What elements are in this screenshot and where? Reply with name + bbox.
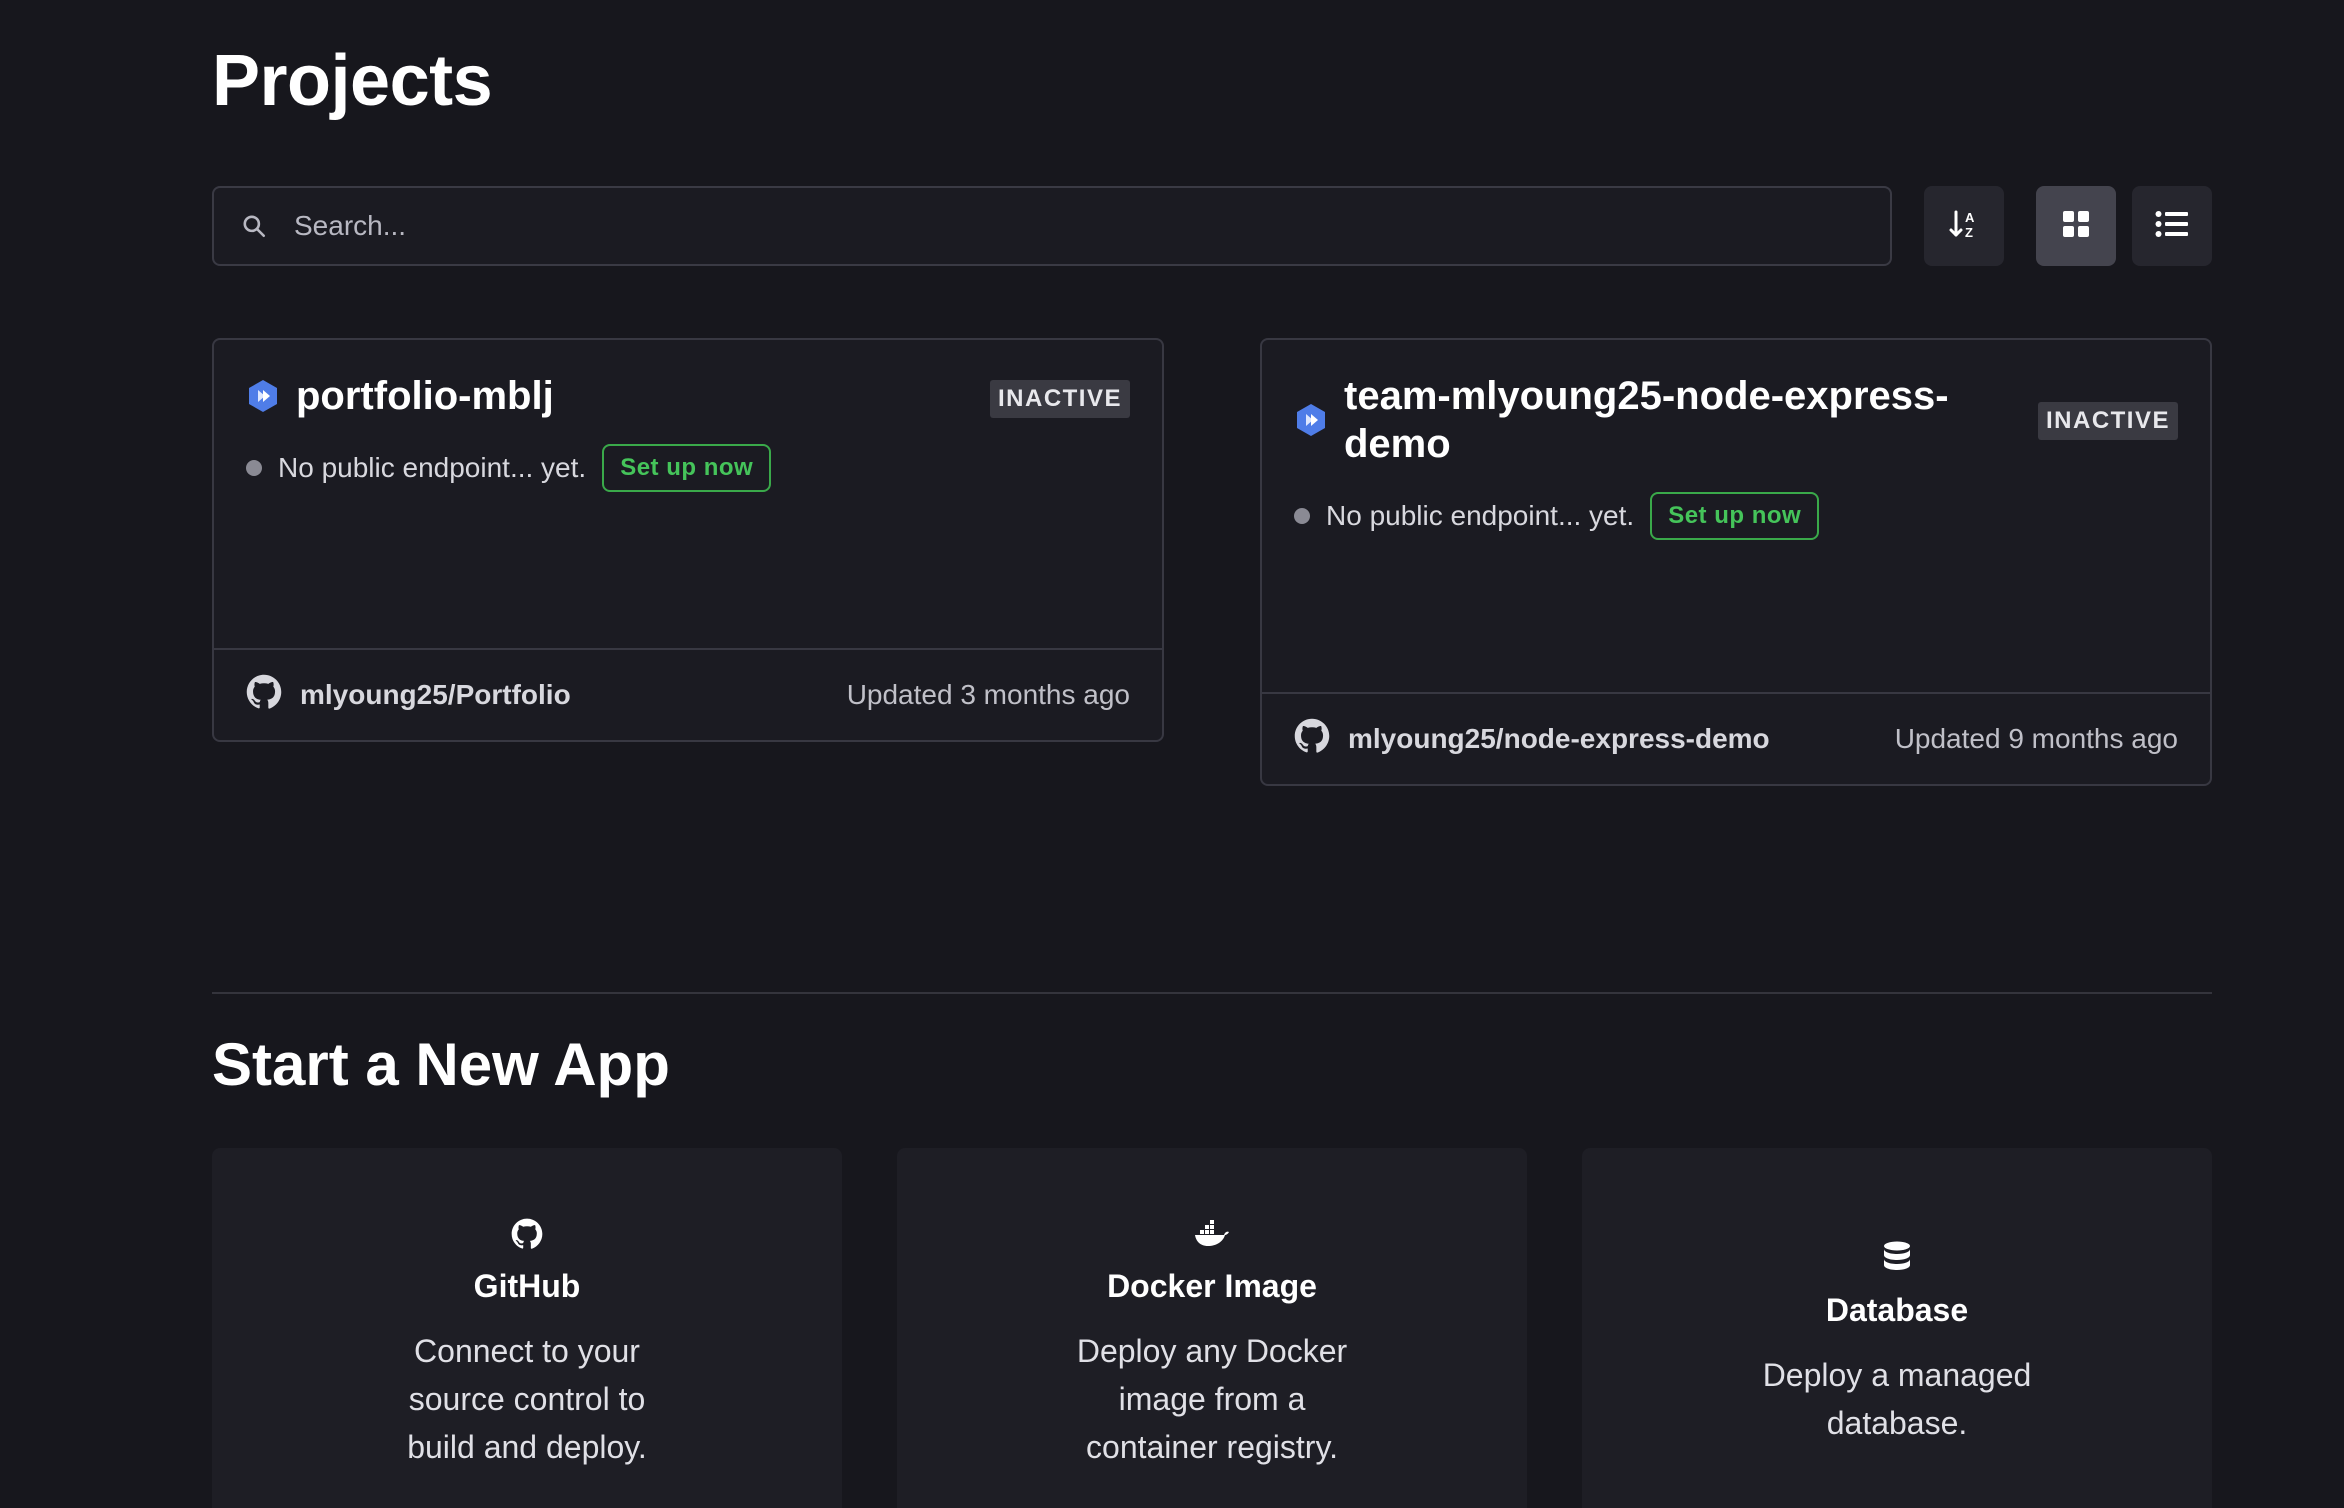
status-dot <box>246 460 262 476</box>
search-input[interactable] <box>294 188 1890 264</box>
option-description: Connect to your source control to build … <box>407 1333 647 1465</box>
github-icon <box>1294 718 1348 761</box>
svg-text:A: A <box>1965 210 1975 225</box>
grid-view-icon <box>2061 209 2091 244</box>
list-view-icon <box>2155 210 2189 243</box>
endpoint-row: No public endpoint... yet. Set up now <box>246 444 1130 492</box>
project-card[interactable]: portfolio-mblj INACTIVE No public endpoi… <box>212 338 1164 742</box>
set-up-now-button[interactable]: Set up now <box>602 444 772 492</box>
status-badge: INACTIVE <box>989 380 1130 418</box>
project-card-body: portfolio-mblj INACTIVE No public endpoi… <box>214 340 1162 492</box>
project-card-body: team-mlyoung25-node-express-demo INACTIV… <box>1262 340 2210 540</box>
option-description: Deploy a managed database. <box>1762 1357 2032 1441</box>
grid-view-button[interactable] <box>2036 186 2116 266</box>
search-box[interactable] <box>212 186 1892 266</box>
repo-name: mlyoung25/node-express-demo <box>1348 723 1770 754</box>
option-title: Docker Image <box>1107 1268 1317 1304</box>
endpoint-text: No public endpoint... yet. <box>1326 500 1635 531</box>
endpoint-row: No public endpoint... yet. Set up now <box>1294 492 2178 540</box>
section-divider <box>212 992 2212 994</box>
github-icon <box>246 674 300 717</box>
github-icon <box>507 1214 547 1254</box>
project-card-footer: mlyoung25/node-express-demo Updated 9 mo… <box>1262 692 2210 784</box>
new-app-option-database[interactable]: Database Deploy a managed database. <box>1582 1148 2212 1508</box>
repo-name: mlyoung25/Portfolio <box>300 679 571 710</box>
project-card-footer: mlyoung25/Portfolio Updated 3 months ago <box>214 648 1162 740</box>
list-view-button[interactable] <box>2132 186 2212 266</box>
repo-link[interactable]: mlyoung25/Portfolio <box>246 674 571 717</box>
cloud-run-icon <box>1294 403 1328 437</box>
status-badge: INACTIVE <box>2037 402 2178 440</box>
project-name[interactable]: portfolio-mblj <box>296 372 554 420</box>
project-name[interactable]: team-mlyoung25-node-express-demo <box>1344 372 2004 468</box>
sort-alpha-down-icon: A Z <box>1947 207 1981 246</box>
new-app-option-github[interactable]: GitHub Connect to your source control to… <box>212 1148 842 1508</box>
search-icon <box>214 188 294 264</box>
projects-toolbar: A Z <box>212 186 2212 266</box>
updated-time: Updated 3 months ago <box>846 679 1130 710</box>
option-title: Database <box>1825 1292 1969 1328</box>
repo-link[interactable]: mlyoung25/node-express-demo <box>1294 718 1770 761</box>
new-app-option-docker[interactable]: Docker Image Deploy any Docker image fro… <box>897 1148 1527 1508</box>
new-app-section-title: Start a New App <box>212 1031 670 1098</box>
set-up-now-button[interactable]: Set up now <box>1650 492 1820 540</box>
updated-time: Updated 9 months ago <box>1894 723 2178 754</box>
option-title: GitHub <box>473 1268 581 1304</box>
cloud-run-icon <box>246 379 280 413</box>
endpoint-text: No public endpoint... yet. <box>278 452 587 483</box>
project-card[interactable]: team-mlyoung25-node-express-demo INACTIV… <box>1260 338 2212 786</box>
sort-button[interactable]: A Z <box>1924 186 2004 266</box>
status-dot <box>1294 508 1310 524</box>
page-title: Projects <box>212 41 493 121</box>
docker-icon <box>1192 1214 1232 1254</box>
svg-text:Z: Z <box>1965 225 1973 240</box>
option-description: Deploy any Docker image from a container… <box>1076 1333 1348 1465</box>
database-icon <box>1877 1238 1917 1278</box>
